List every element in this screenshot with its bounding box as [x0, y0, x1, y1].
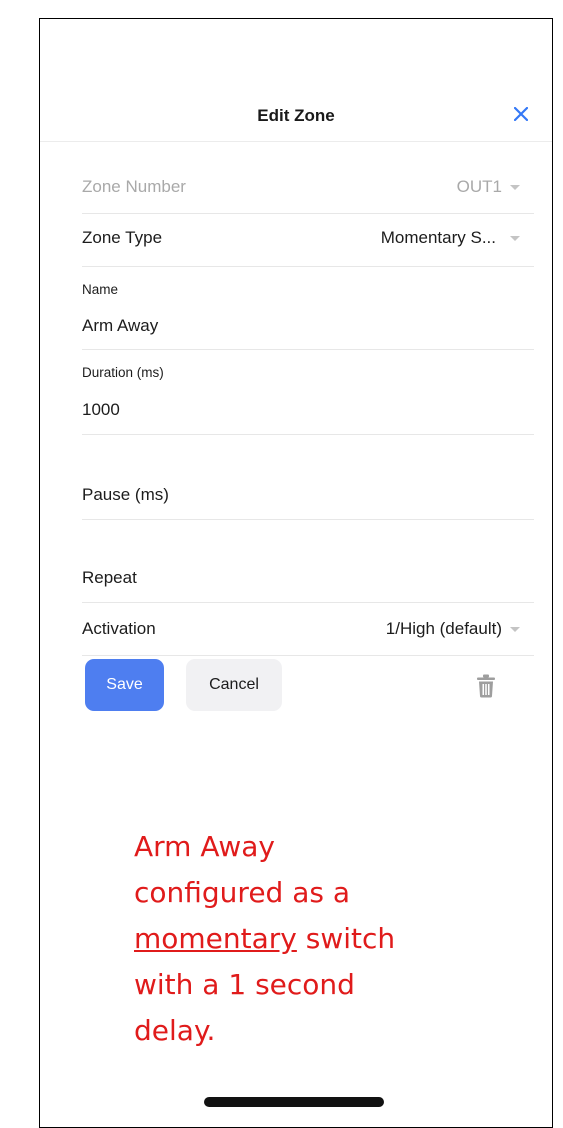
chevron-down-icon — [510, 236, 520, 242]
annotation-line: delay. — [134, 1014, 216, 1047]
annotation-text: switch — [296, 922, 396, 955]
pause-field[interactable]: Pause (ms) — [82, 435, 534, 520]
annotation-line: with a 1 second — [134, 968, 355, 1001]
activation-label: Activation — [82, 619, 156, 638]
activation-field[interactable]: Activation 1/High (default) — [82, 603, 534, 656]
zone-number-field: Zone Number OUT1 — [82, 169, 534, 214]
name-input[interactable]: Arm Away — [82, 316, 158, 336]
pause-label: Pause (ms) — [82, 485, 169, 504]
zone-type-select[interactable]: Momentary S... — [381, 228, 520, 248]
activation-value: 1/High (default) — [385, 619, 502, 638]
phone-frame: Edit Zone Zone Number OUT1 Zone Type Mom… — [39, 18, 553, 1128]
delete-button[interactable] — [476, 674, 496, 698]
close-button[interactable] — [510, 103, 532, 125]
save-button[interactable]: Save — [85, 659, 164, 711]
zone-type-label: Zone Type — [82, 228, 163, 247]
annotation-line: momentary switch — [134, 916, 494, 962]
cancel-button[interactable]: Cancel — [186, 659, 282, 711]
activation-select[interactable]: 1/High (default) — [386, 619, 520, 639]
annotation-line: Arm Away — [134, 830, 275, 863]
name-label: Name — [82, 282, 119, 297]
zone-type-value: Momentary S... — [380, 228, 496, 247]
duration-field[interactable]: Duration (ms) 1000 — [82, 350, 534, 435]
duration-label: Duration (ms) — [82, 365, 164, 380]
annotation-line: configured as a — [134, 876, 351, 909]
zone-number-value: OUT1 — [456, 177, 502, 196]
repeat-label: Repeat — [82, 568, 137, 587]
zone-type-field[interactable]: Zone Type Momentary S... — [82, 214, 534, 267]
close-icon — [514, 107, 528, 121]
annotation-note: Arm Away configured as a momentary switc… — [134, 824, 494, 1054]
page-title: Edit Zone — [257, 106, 335, 125]
chevron-down-icon — [510, 185, 520, 191]
modal-header: Edit Zone — [40, 91, 552, 142]
repeat-field[interactable]: Repeat — [82, 520, 534, 603]
name-field[interactable]: Name Arm Away — [82, 267, 534, 350]
zone-number-select: OUT1 — [457, 177, 520, 197]
annotation-underlined-word: momentary — [134, 922, 297, 955]
home-indicator — [204, 1097, 384, 1107]
zone-number-label: Zone Number — [82, 177, 186, 196]
chevron-down-icon — [510, 627, 520, 633]
trash-icon — [477, 674, 495, 698]
duration-input[interactable]: 1000 — [82, 400, 120, 420]
